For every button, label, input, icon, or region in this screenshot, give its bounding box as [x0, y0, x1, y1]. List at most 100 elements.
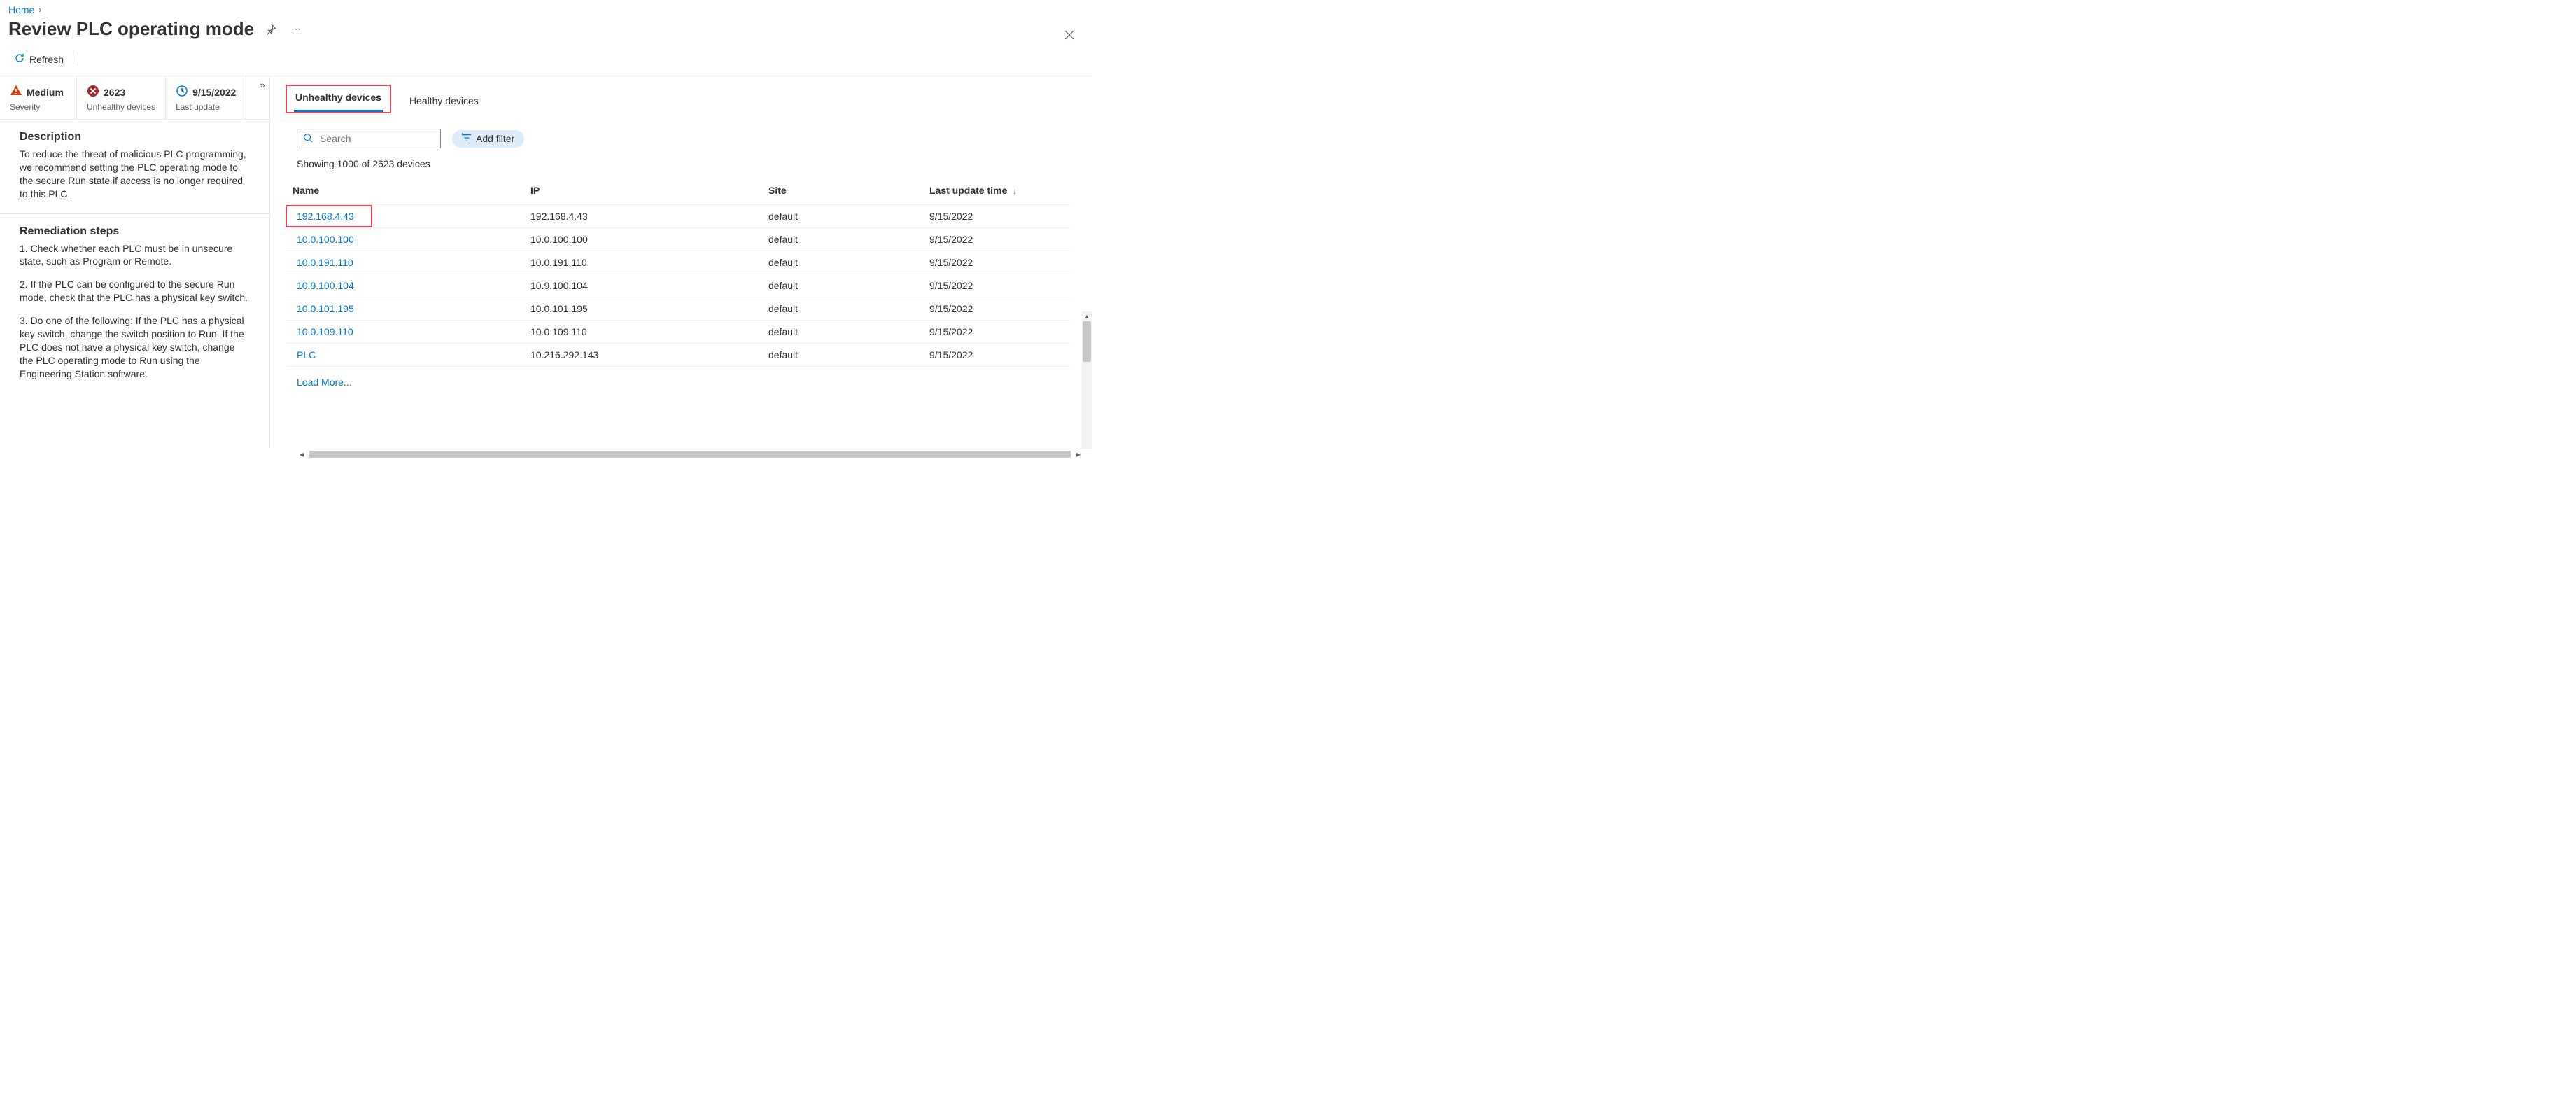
last-update-value: 9/15/2022 — [192, 87, 236, 98]
devices-table: Name IP Site Last update time ↓ 192.168.… — [287, 178, 1071, 367]
cell-last-update: 9/15/2022 — [924, 205, 1071, 228]
remediation-heading: Remediation steps — [20, 225, 250, 238]
device-link[interactable]: 10.0.101.195 — [297, 303, 354, 314]
cell-last-update: 9/15/2022 — [924, 344, 1071, 367]
device-link[interactable]: 10.0.109.110 — [297, 326, 353, 337]
page-title: Review PLC operating mode — [8, 18, 254, 40]
cell-ip: 192.168.4.43 — [525, 205, 763, 228]
cell-name: 192.168.4.43 — [287, 205, 525, 228]
stat-last-update: 9/15/2022 Last update — [166, 76, 246, 119]
device-link[interactable]: 10.9.100.104 — [297, 280, 354, 291]
content-panel: Unhealthy devices Healthy devices Add fi… — [270, 76, 1092, 449]
remediation-step-3: 3. Do one of the following: If the PLC h… — [20, 314, 250, 380]
cell-name: 10.9.100.104 — [287, 274, 525, 297]
add-filter-label: Add filter — [476, 133, 514, 144]
table-row[interactable]: PLC 10.216.292.143default9/15/2022 — [287, 344, 1071, 367]
unhealthy-value: 2623 — [104, 87, 125, 98]
description-body: To reduce the threat of malicious PLC pr… — [20, 148, 250, 201]
cell-site: default — [763, 321, 924, 344]
remediation-section: Remediation steps 1. Check whether each … — [0, 214, 269, 393]
tab-unhealthy[interactable]: Unhealthy devices — [294, 86, 383, 112]
cell-last-update: 9/15/2022 — [924, 251, 1071, 274]
cell-ip: 10.0.109.110 — [525, 321, 763, 344]
col-ip[interactable]: IP — [525, 178, 763, 205]
scroll-left-icon[interactable]: ◂ — [297, 449, 307, 459]
close-button[interactable] — [1061, 27, 1078, 43]
side-panel: Medium Severity 2623 Unhealthy devices — [0, 76, 270, 449]
cell-last-update: 9/15/2022 — [924, 228, 1071, 251]
description-section: Description To reduce the threat of mali… — [0, 120, 269, 214]
pin-icon[interactable] — [262, 21, 279, 38]
sort-down-icon: ↓ — [1013, 186, 1017, 196]
load-more-link[interactable]: Load More... — [297, 377, 352, 388]
vertical-scrollbar[interactable]: ▴ ▾ — [1082, 321, 1092, 449]
command-bar: Refresh — [0, 45, 1092, 76]
cell-site: default — [763, 344, 924, 367]
unhealthy-label: Unhealthy devices — [87, 102, 155, 112]
cell-ip: 10.0.191.110 — [525, 251, 763, 274]
add-filter-button[interactable]: Add filter — [452, 130, 524, 148]
showing-text: Showing 1000 of 2623 devices — [270, 148, 1092, 169]
last-update-label: Last update — [176, 102, 236, 112]
cell-ip: 10.0.100.100 — [525, 228, 763, 251]
error-icon — [87, 85, 99, 99]
cell-name: PLC — [287, 344, 525, 367]
tabs: Unhealthy devices Healthy devices — [270, 85, 1092, 113]
cell-ip: 10.216.292.143 — [525, 344, 763, 367]
col-site[interactable]: Site — [763, 178, 924, 205]
chevron-right-icon: › — [37, 5, 43, 15]
refresh-label: Refresh — [29, 54, 64, 65]
table-row[interactable]: 10.9.100.10410.9.100.104default9/15/2022 — [287, 274, 1071, 297]
table-row[interactable]: 10.0.100.10010.0.100.100default9/15/2022 — [287, 228, 1071, 251]
remediation-step-1: 1. Check whether each PLC must be in uns… — [20, 242, 250, 269]
refresh-button[interactable]: Refresh — [10, 50, 68, 69]
scroll-track[interactable] — [309, 451, 1071, 458]
severity-label: Severity — [10, 102, 66, 112]
search-input[interactable] — [318, 132, 435, 145]
stats-bar: Medium Severity 2623 Unhealthy devices — [0, 76, 269, 120]
col-last-update[interactable]: Last update time ↓ — [924, 178, 1071, 205]
cell-site: default — [763, 205, 924, 228]
device-link[interactable]: 10.0.100.100 — [297, 234, 354, 245]
breadcrumb-home[interactable]: Home — [8, 4, 34, 15]
scroll-up-icon[interactable]: ▴ — [1082, 311, 1092, 321]
table-row[interactable]: 10.0.101.19510.0.101.195default9/15/2022 — [287, 297, 1071, 321]
cell-site: default — [763, 274, 924, 297]
cell-site: default — [763, 251, 924, 274]
search-box[interactable] — [297, 129, 441, 148]
stat-unhealthy: 2623 Unhealthy devices — [77, 76, 166, 119]
cell-name: 10.0.101.195 — [287, 297, 525, 321]
tab-unhealthy-highlight: Unhealthy devices — [286, 85, 391, 113]
device-link[interactable]: PLC — [297, 349, 316, 360]
col-last-update-label: Last update time — [929, 185, 1007, 196]
remediation-step-2: 2. If the PLC can be configured to the s… — [20, 278, 250, 304]
refresh-icon — [14, 52, 25, 66]
cell-ip: 10.9.100.104 — [525, 274, 763, 297]
warning-icon — [10, 85, 22, 99]
cell-name: 10.0.100.100 — [287, 228, 525, 251]
table-row[interactable]: 10.0.191.11010.0.191.110default9/15/2022 — [287, 251, 1071, 274]
device-link[interactable]: 10.0.191.110 — [297, 257, 353, 268]
description-heading: Description — [20, 131, 250, 143]
stats-expand-icon[interactable]: » — [260, 79, 265, 90]
scroll-thumb[interactable] — [1083, 321, 1091, 362]
scroll-right-icon[interactable]: ▸ — [1074, 449, 1083, 459]
table-row[interactable]: 192.168.4.43192.168.4.43default9/15/2022 — [287, 205, 1071, 228]
cell-last-update: 9/15/2022 — [924, 321, 1071, 344]
severity-value: Medium — [27, 87, 64, 98]
cell-last-update: 9/15/2022 — [924, 274, 1071, 297]
device-link[interactable]: 192.168.4.43 — [297, 211, 354, 222]
cell-site: default — [763, 297, 924, 321]
table-row[interactable]: 10.0.109.11010.0.109.110default9/15/2022 — [287, 321, 1071, 344]
horizontal-scrollbar[interactable]: ◂ ▸ — [297, 449, 1083, 459]
tab-healthy[interactable]: Healthy devices — [408, 90, 480, 113]
cell-last-update: 9/15/2022 — [924, 297, 1071, 321]
more-icon[interactable]: ⋯ — [288, 21, 304, 38]
stat-severity: Medium Severity — [0, 76, 77, 119]
filter-icon — [462, 133, 472, 145]
cell-name: 10.0.109.110 — [287, 321, 525, 344]
clock-icon — [176, 85, 188, 99]
col-name[interactable]: Name — [287, 178, 525, 205]
search-icon — [303, 133, 313, 145]
cell-site: default — [763, 228, 924, 251]
